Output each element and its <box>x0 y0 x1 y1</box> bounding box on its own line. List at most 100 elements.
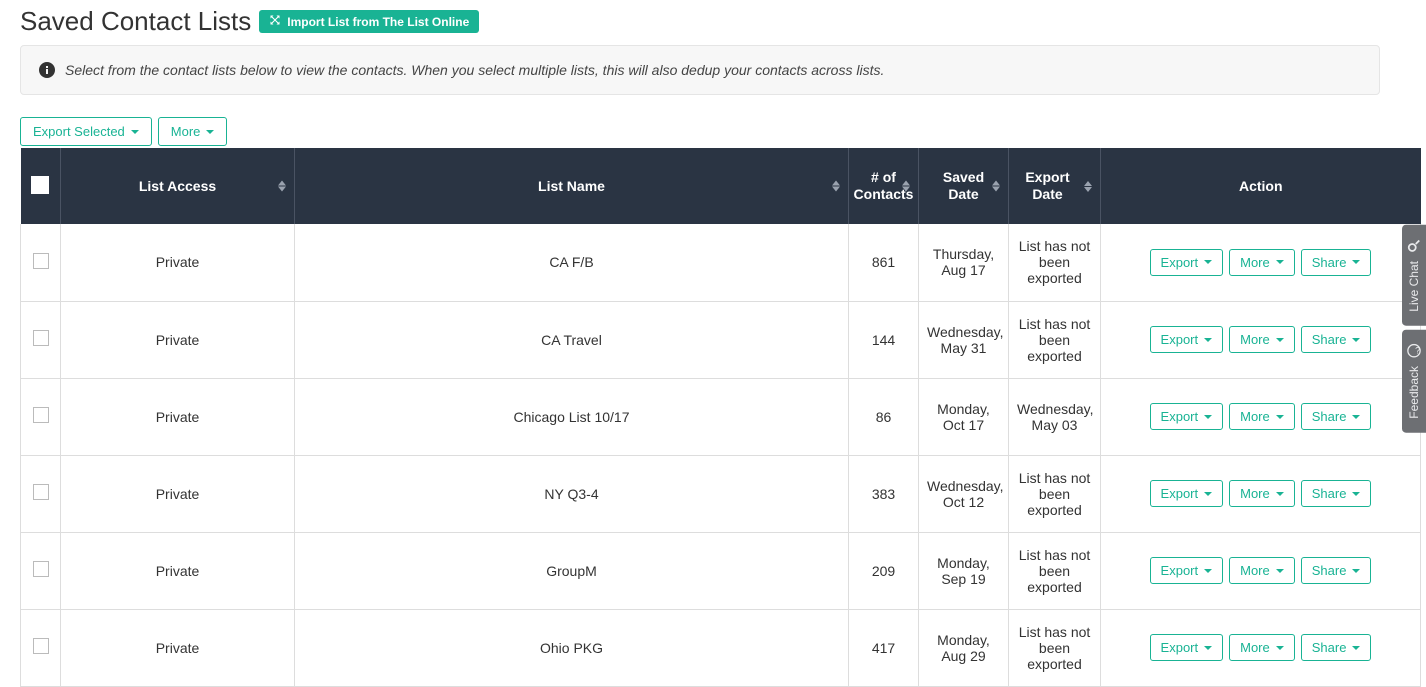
page-title: Saved Contact Lists <box>20 6 251 37</box>
row-select-checkbox[interactable] <box>33 407 49 423</box>
cell-export-value: List has not been exported <box>1019 624 1091 672</box>
feedback-label: Feedback <box>1407 366 1421 419</box>
col-select-all[interactable] <box>21 148 61 224</box>
cell-name: CA Travel <box>295 301 849 378</box>
row-share-button[interactable]: Share <box>1301 634 1372 661</box>
cell-access-value: Private <box>156 409 200 425</box>
row-select-checkbox[interactable] <box>33 253 49 269</box>
cell-export-value: List has not been exported <box>1019 470 1091 518</box>
row-share-button[interactable]: Share <box>1301 480 1372 507</box>
caret-down-icon <box>206 130 214 134</box>
caret-down-icon <box>1352 569 1360 573</box>
cell-name-value: NY Q3-4 <box>544 486 598 502</box>
row-more-button[interactable]: More <box>1229 557 1295 584</box>
col-list-name[interactable]: List Name <box>295 148 849 224</box>
toolbar-more-button[interactable]: More <box>158 117 228 146</box>
col-export-date-label: Export Date <box>1017 169 1078 203</box>
cell-name: Ohio PKG <box>295 609 849 686</box>
cell-action: Export More Share <box>1101 609 1421 686</box>
col-export-date[interactable]: Export Date <box>1009 148 1101 224</box>
cell-saved: Wednesday, May 31 <box>919 301 1009 378</box>
row-export-button[interactable]: Export <box>1150 634 1224 661</box>
table-row: PrivateCA F/B861Thursday, Aug 17List has… <box>21 224 1421 301</box>
sort-icon <box>832 181 840 192</box>
col-action: Action <box>1101 148 1421 224</box>
cell-name-value: Ohio PKG <box>540 640 603 656</box>
cell-name-value: CA F/B <box>549 254 593 270</box>
sort-icon <box>902 181 910 192</box>
cell-export: List has not been exported <box>1009 532 1101 609</box>
cell-export-value: List has not been exported <box>1019 316 1091 364</box>
caret-down-icon <box>1204 646 1212 650</box>
cell-access: Private <box>61 455 295 532</box>
caret-down-icon <box>1352 260 1360 264</box>
cell-export: List has not been exported <box>1009 609 1101 686</box>
cell-name-value: Chicago List 10/17 <box>514 409 630 425</box>
row-more-button-label: More <box>1240 640 1270 655</box>
row-more-button[interactable]: More <box>1229 634 1295 661</box>
row-more-button[interactable]: More <box>1229 403 1295 430</box>
live-chat-label: Live Chat <box>1407 261 1421 312</box>
export-selected-button[interactable]: Export Selected <box>20 117 152 146</box>
cell-saved: Monday, Aug 29 <box>919 609 1009 686</box>
row-share-button[interactable]: Share <box>1301 557 1372 584</box>
cell-saved-value: Wednesday, May 31 <box>927 324 1004 356</box>
cell-access-value: Private <box>156 563 200 579</box>
row-more-button-label: More <box>1240 255 1270 270</box>
row-export-button[interactable]: Export <box>1150 480 1224 507</box>
col-contacts-count[interactable]: # of Contacts <box>849 148 919 224</box>
cell-name: Chicago List 10/17 <box>295 378 849 455</box>
cell-export-value: List has not been exported <box>1019 547 1091 595</box>
cell-export-value: List has not been exported <box>1019 238 1091 286</box>
row-export-button[interactable]: Export <box>1150 249 1224 276</box>
col-saved-date[interactable]: Saved Date <box>919 148 1009 224</box>
select-all-checkbox[interactable] <box>31 176 49 194</box>
row-share-button[interactable]: Share <box>1301 249 1372 276</box>
cell-name: CA F/B <box>295 224 849 301</box>
export-selected-label: Export Selected <box>33 124 125 139</box>
row-select-checkbox[interactable] <box>33 330 49 346</box>
cell-access-value: Private <box>156 486 200 502</box>
caret-down-icon <box>1276 415 1284 419</box>
feedback-tab[interactable]: Feedback ? <box>1402 330 1426 433</box>
table-row: PrivateNY Q3-4383Wednesday, Oct 12List h… <box>21 455 1421 532</box>
caret-down-icon <box>1204 338 1212 342</box>
cell-count: 383 <box>849 455 919 532</box>
col-saved-date-label: Saved Date <box>927 169 1000 203</box>
row-share-button[interactable]: Share <box>1301 326 1372 353</box>
row-select-checkbox[interactable] <box>33 484 49 500</box>
cell-access-value: Private <box>156 332 200 348</box>
caret-down-icon <box>1352 338 1360 342</box>
row-share-button-label: Share <box>1312 640 1347 655</box>
row-more-button-label: More <box>1240 563 1270 578</box>
row-more-button[interactable]: More <box>1229 249 1295 276</box>
row-select-checkbox[interactable] <box>33 638 49 654</box>
cell-saved: Monday, Oct 17 <box>919 378 1009 455</box>
import-list-button[interactable]: Import List from The List Online <box>259 10 479 33</box>
row-export-button[interactable]: Export <box>1150 326 1224 353</box>
cell-export: List has not been exported <box>1009 301 1101 378</box>
live-chat-tab[interactable]: Live Chat <box>1402 225 1426 326</box>
info-alert: Select from the contact lists below to v… <box>20 45 1380 95</box>
caret-down-icon <box>1352 646 1360 650</box>
col-list-access[interactable]: List Access <box>61 148 295 224</box>
row-more-button[interactable]: More <box>1229 326 1295 353</box>
row-export-button-label: Export <box>1161 255 1199 270</box>
cell-count: 86 <box>849 378 919 455</box>
question-icon: ? <box>1407 344 1421 358</box>
cell-export: Wednesday, May 03 <box>1009 378 1101 455</box>
cell-action: Export More Share <box>1101 532 1421 609</box>
cell-access: Private <box>61 301 295 378</box>
col-list-access-label: List Access <box>139 178 216 195</box>
cell-saved-value: Monday, Aug 29 <box>937 632 990 664</box>
row-select-checkbox[interactable] <box>33 561 49 577</box>
cell-count: 861 <box>849 224 919 301</box>
row-more-button-label: More <box>1240 409 1270 424</box>
row-share-button[interactable]: Share <box>1301 403 1372 430</box>
row-export-button[interactable]: Export <box>1150 403 1224 430</box>
row-more-button[interactable]: More <box>1229 480 1295 507</box>
cell-count: 209 <box>849 532 919 609</box>
row-export-button[interactable]: Export <box>1150 557 1224 584</box>
cell-action: ExportMoreShare <box>1101 455 1421 532</box>
cell-name-value: CA Travel <box>541 332 602 348</box>
